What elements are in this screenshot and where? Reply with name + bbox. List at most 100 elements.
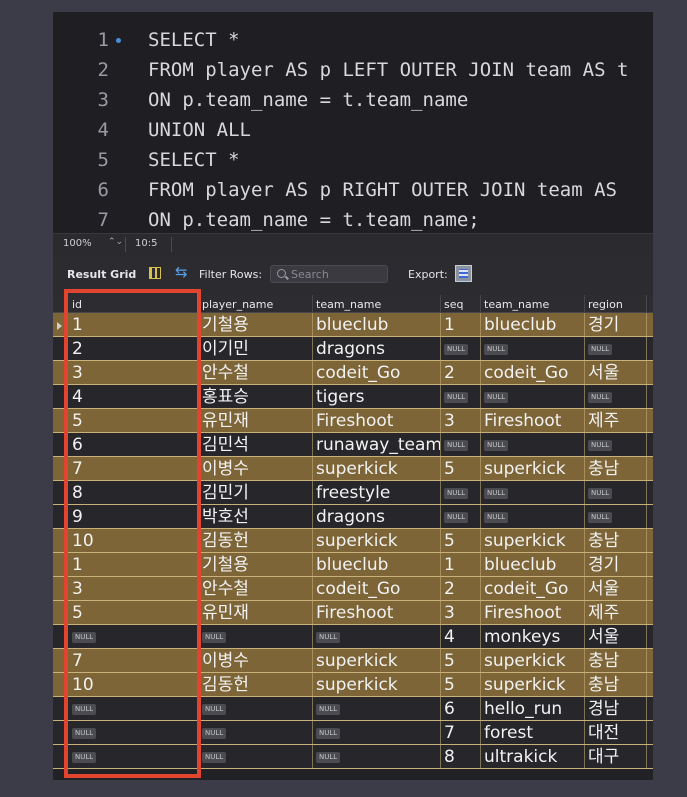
null-badge[interactable]: NULL [72, 632, 97, 643]
table-cell[interactable]: blueclub [316, 553, 440, 577]
table-cell[interactable]: blueclub [484, 313, 584, 337]
table-cell[interactable]: 홍표승 [202, 385, 312, 409]
table-cell[interactable]: 김동헌 [202, 673, 312, 697]
filter-search-box[interactable] [270, 265, 388, 283]
table-row[interactable]: 6 김민석 runaway_team NULL NULL NULL [53, 433, 653, 457]
table-cell[interactable]: 안수철 [202, 577, 312, 601]
table-cell[interactable]: 2 [444, 361, 480, 385]
table-cell[interactable]: 충남 [588, 529, 648, 553]
sql-editor[interactable]: 1 SELECT * 2 FROM player AS p LEFT OUTER JO… [53, 12, 653, 233]
null-badge[interactable]: NULL [202, 704, 227, 715]
table-cell[interactable]: 안수철 [202, 361, 312, 385]
table-cell[interactable]: Fireshoot [484, 601, 584, 625]
column-header[interactable]: player_name [202, 298, 273, 311]
search-input[interactable] [291, 267, 383, 281]
table-cell[interactable]: 서울 [588, 361, 648, 385]
table-cell[interactable]: 4 [72, 385, 197, 409]
table-cell[interactable]: monkeys [484, 625, 584, 649]
table-cell[interactable]: 김민기 [202, 481, 312, 505]
table-cell[interactable]: dragons [316, 505, 440, 529]
table-row[interactable]: NULL NULL NULL 4 monkeys 서울 [53, 625, 653, 649]
table-cell[interactable]: codeit_Go [316, 361, 440, 385]
null-badge[interactable]: NULL [484, 440, 509, 451]
table-cell[interactable]: 기철용 [202, 553, 312, 577]
null-badge[interactable]: NULL [202, 728, 227, 739]
null-badge[interactable]: NULL [444, 344, 469, 355]
table-cell[interactable]: 5 [444, 529, 480, 553]
null-badge[interactable]: NULL [444, 512, 469, 523]
table-cell[interactable]: superkick [484, 457, 584, 481]
zoom-stepper-icon[interactable]: ⌃⌄ [108, 237, 123, 247]
table-cell[interactable]: 대전 [588, 721, 648, 745]
table-cell[interactable]: superkick [484, 673, 584, 697]
table-cell[interactable]: 1 [444, 313, 480, 337]
table-cell[interactable]: superkick [316, 529, 440, 553]
table-cell[interactable]: 3 [72, 361, 197, 385]
table-cell[interactable]: 서울 [588, 577, 648, 601]
table-cell[interactable]: 경기 [588, 313, 648, 337]
table-row[interactable]: 1 기철용 blueclub 1 blueclub 경기 [53, 553, 653, 577]
table-cell[interactable]: 2 [72, 337, 197, 361]
table-row[interactable]: 9 박호선 dragons NULL NULL NULL [53, 505, 653, 529]
table-cell[interactable]: forest [484, 721, 584, 745]
table-cell[interactable]: 7 [72, 649, 197, 673]
column-header[interactable]: team_name [316, 298, 381, 311]
table-cell[interactable]: superkick [316, 457, 440, 481]
table-cell[interactable]: superkick [484, 529, 584, 553]
table-cell[interactable]: 5 [444, 457, 480, 481]
table-row[interactable]: 8 김민기 freestyle NULL NULL NULL [53, 481, 653, 505]
null-badge[interactable]: NULL [202, 632, 227, 643]
table-cell[interactable]: blueclub [484, 553, 584, 577]
table-cell[interactable]: 3 [444, 409, 480, 433]
table-cell[interactable]: 충남 [588, 673, 648, 697]
table-cell[interactable]: 제주 [588, 601, 648, 625]
table-cell[interactable]: tigers [316, 385, 440, 409]
table-cell[interactable]: superkick [316, 673, 440, 697]
table-row[interactable]: NULL NULL NULL 8 ultrakick 대구 [53, 745, 653, 769]
null-badge[interactable]: NULL [316, 704, 341, 715]
null-badge[interactable]: NULL [202, 752, 227, 763]
table-cell[interactable]: 5 [72, 601, 197, 625]
null-badge[interactable]: NULL [72, 704, 97, 715]
table-cell[interactable]: 7 [444, 721, 480, 745]
table-cell[interactable]: 9 [72, 505, 197, 529]
refresh-icon[interactable]: ⇆ [175, 263, 188, 281]
table-cell[interactable]: superkick [316, 649, 440, 673]
table-cell[interactable]: 이병수 [202, 457, 312, 481]
column-header[interactable]: region [588, 298, 623, 311]
table-cell[interactable]: 충남 [588, 457, 648, 481]
table-cell[interactable]: Fireshoot [484, 409, 584, 433]
code-line[interactable]: 1 SELECT * [53, 25, 653, 55]
table-cell[interactable]: freestyle [316, 481, 440, 505]
table-cell[interactable]: 6 [444, 697, 480, 721]
table-row[interactable]: 2 이기민 dragons NULL NULL NULL [53, 337, 653, 361]
table-cell[interactable]: 10 [72, 673, 197, 697]
table-cell[interactable]: 6 [72, 433, 197, 457]
table-cell[interactable]: Fireshoot [316, 409, 440, 433]
table-cell[interactable]: 경기 [588, 553, 648, 577]
table-cell[interactable]: ultrakick [484, 745, 584, 769]
table-cell[interactable]: 5 [444, 673, 480, 697]
table-cell[interactable]: 대구 [588, 745, 648, 769]
null-badge[interactable]: NULL [588, 440, 613, 451]
table-cell[interactable]: 박호선 [202, 505, 312, 529]
table-cell[interactable]: codeit_Go [484, 361, 584, 385]
null-badge[interactable]: NULL [588, 488, 613, 499]
null-badge[interactable]: NULL [444, 392, 469, 403]
table-row[interactable]: 5 유민재 Fireshoot 3 Fireshoot 제주 [53, 409, 653, 433]
table-cell[interactable]: 유민재 [202, 601, 312, 625]
table-cell[interactable]: 충남 [588, 649, 648, 673]
table-cell[interactable]: 김민석 [202, 433, 312, 457]
table-cell[interactable]: 1 [72, 553, 197, 577]
table-cell[interactable]: runaway_team [316, 433, 440, 457]
column-header[interactable]: team_name [484, 298, 549, 311]
table-cell[interactable]: 4 [444, 625, 480, 649]
table-row[interactable]: 4 홍표승 tigers NULL NULL NULL [53, 385, 653, 409]
null-badge[interactable]: NULL [484, 344, 509, 355]
table-row[interactable]: 7 이병수 superkick 5 superkick 충남 [53, 649, 653, 673]
null-badge[interactable]: NULL [444, 488, 469, 499]
null-badge[interactable]: NULL [588, 512, 613, 523]
table-cell[interactable]: 유민재 [202, 409, 312, 433]
table-row[interactable]: 3 안수철 codeit_Go 2 codeit_Go 서울 [53, 361, 653, 385]
result-grid-tab[interactable]: Result Grid [67, 268, 136, 281]
